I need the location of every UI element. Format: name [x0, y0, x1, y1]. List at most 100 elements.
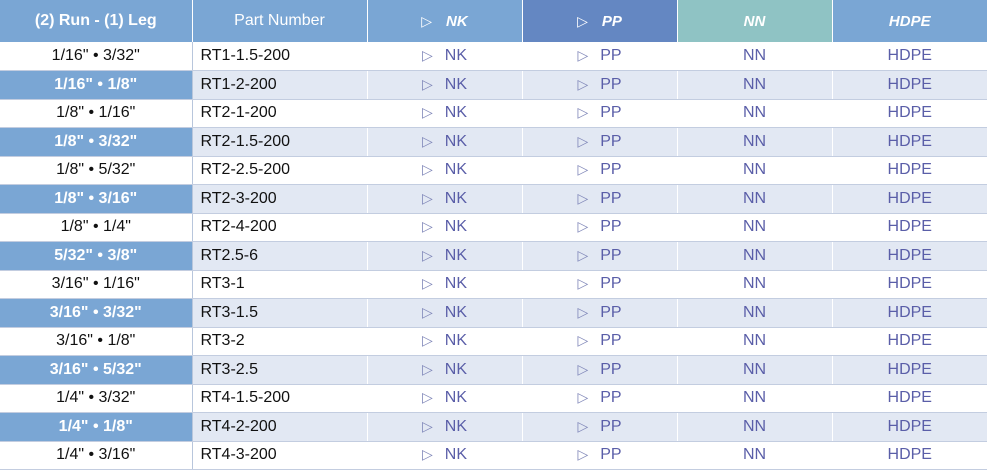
material-link-hdpe[interactable]: HDPE: [832, 184, 987, 214]
material-link-nn[interactable]: NN: [677, 241, 833, 271]
material-link-hdpe[interactable]: HDPE: [832, 384, 987, 413]
material-label: NN: [742, 389, 767, 407]
material-label: NN: [742, 446, 767, 464]
material-link-nk[interactable]: ▷ NK: [367, 184, 523, 214]
material-link-pp[interactable]: ▷ PP: [522, 298, 678, 328]
material-link-nn[interactable]: NN: [677, 412, 833, 442]
material-link-pp[interactable]: ▷ PP: [522, 184, 678, 214]
material-link-hdpe[interactable]: HDPE: [832, 70, 987, 100]
table-row: 5/32" • 3/8" RT2.5-6 ▷ NK ▷ PP NN HDPE: [0, 241, 987, 271]
material-link-nn[interactable]: NN: [677, 127, 833, 157]
part-number-cell: RT2.5-6: [192, 241, 368, 271]
play-triangle-icon: ▷: [421, 75, 433, 92]
material-link-pp[interactable]: ▷ PP: [522, 441, 678, 470]
part-number-cell: RT1-2-200: [192, 70, 368, 100]
material-link-pp[interactable]: ▷ PP: [522, 412, 678, 442]
material-label: NN: [742, 132, 767, 150]
material-link-nk[interactable]: ▷ NK: [367, 156, 523, 185]
run-leg-size-cell: 1/8" • 5/32": [0, 156, 193, 185]
material-link-nk[interactable]: ▷ NK: [367, 441, 523, 470]
material-link-nk[interactable]: ▷ NK: [367, 127, 523, 157]
material-link-nk[interactable]: ▷ NK: [367, 298, 523, 328]
material-label: HDPE: [887, 446, 932, 464]
play-triangle-icon: ▷: [577, 12, 588, 29]
material-link-nk[interactable]: ▷ NK: [367, 270, 523, 299]
material-link-nn[interactable]: NN: [677, 184, 833, 214]
table-row: 3/16" • 1/8" RT3-2 ▷ NK ▷ PP NN HDPE: [0, 327, 987, 356]
material-link-pp[interactable]: ▷ PP: [522, 384, 678, 413]
material-link-nn[interactable]: NN: [677, 70, 833, 100]
material-link-nk[interactable]: ▷ NK: [367, 384, 523, 413]
material-link-nn[interactable]: NN: [677, 270, 833, 299]
material-link-nk[interactable]: ▷ NK: [367, 99, 523, 128]
header-material-pp[interactable]: ▷ PP: [522, 0, 678, 42]
play-triangle-icon: ▷: [577, 47, 589, 63]
material-link-nk[interactable]: ▷ NK: [367, 412, 523, 442]
material-link-hdpe[interactable]: HDPE: [832, 327, 987, 356]
run-leg-size-cell: 1/8" • 1/4": [0, 213, 193, 242]
material-label: PP: [600, 303, 622, 321]
run-leg-size-cell: 1/4" • 3/32": [0, 384, 193, 413]
table-header: (2) Run - (1) Leg Part Number ▷ NK ▷ PP NN…: [0, 0, 987, 42]
material-link-nn[interactable]: NN: [677, 355, 833, 385]
table-row: 1/4" • 3/32" RT4-1.5-200 ▷ NK ▷ PP NN HDPE: [0, 384, 987, 413]
material-link-hdpe[interactable]: HDPE: [832, 213, 987, 242]
material-label: PP: [600, 218, 622, 236]
material-link-hdpe[interactable]: HDPE: [832, 99, 987, 128]
table-row: 1/8" • 3/16" RT2-3-200 ▷ NK ▷ PP NN HDPE: [0, 184, 987, 214]
material-link-hdpe[interactable]: HDPE: [832, 241, 987, 271]
material-link-nk[interactable]: ▷ NK: [367, 70, 523, 100]
material-link-nn[interactable]: NN: [677, 42, 833, 71]
material-link-hdpe[interactable]: HDPE: [832, 412, 987, 442]
material-link-pp[interactable]: ▷ PP: [522, 213, 678, 242]
material-link-nn[interactable]: NN: [677, 298, 833, 328]
material-label: NN: [742, 303, 767, 321]
material-link-nk[interactable]: ▷ NK: [367, 355, 523, 385]
material-link-hdpe[interactable]: HDPE: [832, 441, 987, 470]
header-material-nk[interactable]: ▷ NK: [367, 0, 523, 42]
material-link-pp[interactable]: ▷ PP: [522, 99, 678, 128]
material-label: NK: [444, 189, 467, 207]
material-link-pp[interactable]: ▷ PP: [522, 270, 678, 299]
material-link-nn[interactable]: NN: [677, 327, 833, 356]
material-link-hdpe[interactable]: HDPE: [832, 156, 987, 185]
header-material-nn[interactable]: NN: [677, 0, 833, 42]
material-link-hdpe[interactable]: HDPE: [832, 270, 987, 299]
material-link-nn[interactable]: NN: [677, 156, 833, 185]
table-row: 3/16" • 1/16" RT3-1 ▷ NK ▷ PP NN HDPE: [0, 270, 987, 299]
part-number-cell: RT2-3-200: [192, 184, 368, 214]
material-label: NK: [444, 446, 467, 464]
part-number-cell: RT2-4-200: [192, 213, 368, 242]
material-label: NK: [444, 360, 467, 378]
material-link-nn[interactable]: NN: [677, 441, 833, 470]
material-link-pp[interactable]: ▷ PP: [522, 156, 678, 185]
table-row: 1/8" • 5/32" RT2-2.5-200 ▷ NK ▷ PP NN HDPE: [0, 156, 987, 185]
material-label: PP: [600, 104, 622, 122]
material-link-pp[interactable]: ▷ PP: [522, 70, 678, 100]
material-link-pp[interactable]: ▷ PP: [522, 42, 678, 71]
material-link-pp[interactable]: ▷ PP: [522, 241, 678, 271]
material-link-nn[interactable]: NN: [677, 99, 833, 128]
material-link-nk[interactable]: ▷ NK: [367, 213, 523, 242]
material-label: NK: [444, 218, 467, 236]
table-row: 1/8" • 1/16" RT2-1-200 ▷ NK ▷ PP NN HDPE: [0, 99, 987, 128]
part-number-cell: RT4-1.5-200: [192, 384, 368, 413]
material-link-pp[interactable]: ▷ PP: [522, 127, 678, 157]
material-link-pp[interactable]: ▷ PP: [522, 355, 678, 385]
material-link-nn[interactable]: NN: [677, 384, 833, 413]
material-link-hdpe[interactable]: HDPE: [832, 298, 987, 328]
material-link-hdpe[interactable]: HDPE: [832, 42, 987, 71]
material-label: PP: [600, 275, 622, 293]
material-link-pp[interactable]: ▷ PP: [522, 327, 678, 356]
material-link-nn[interactable]: NN: [677, 213, 833, 242]
material-link-nk[interactable]: ▷ NK: [367, 327, 523, 356]
material-label: NK: [444, 417, 467, 435]
play-triangle-icon: ▷: [421, 246, 433, 263]
play-triangle-icon: ▷: [421, 12, 433, 29]
material-link-hdpe[interactable]: HDPE: [832, 355, 987, 385]
material-link-hdpe[interactable]: HDPE: [832, 127, 987, 157]
material-link-nk[interactable]: ▷ NK: [367, 241, 523, 271]
header-material-hdpe[interactable]: HDPE: [832, 0, 987, 42]
material-link-nk[interactable]: ▷ NK: [367, 42, 523, 71]
material-label: NN: [742, 161, 767, 179]
